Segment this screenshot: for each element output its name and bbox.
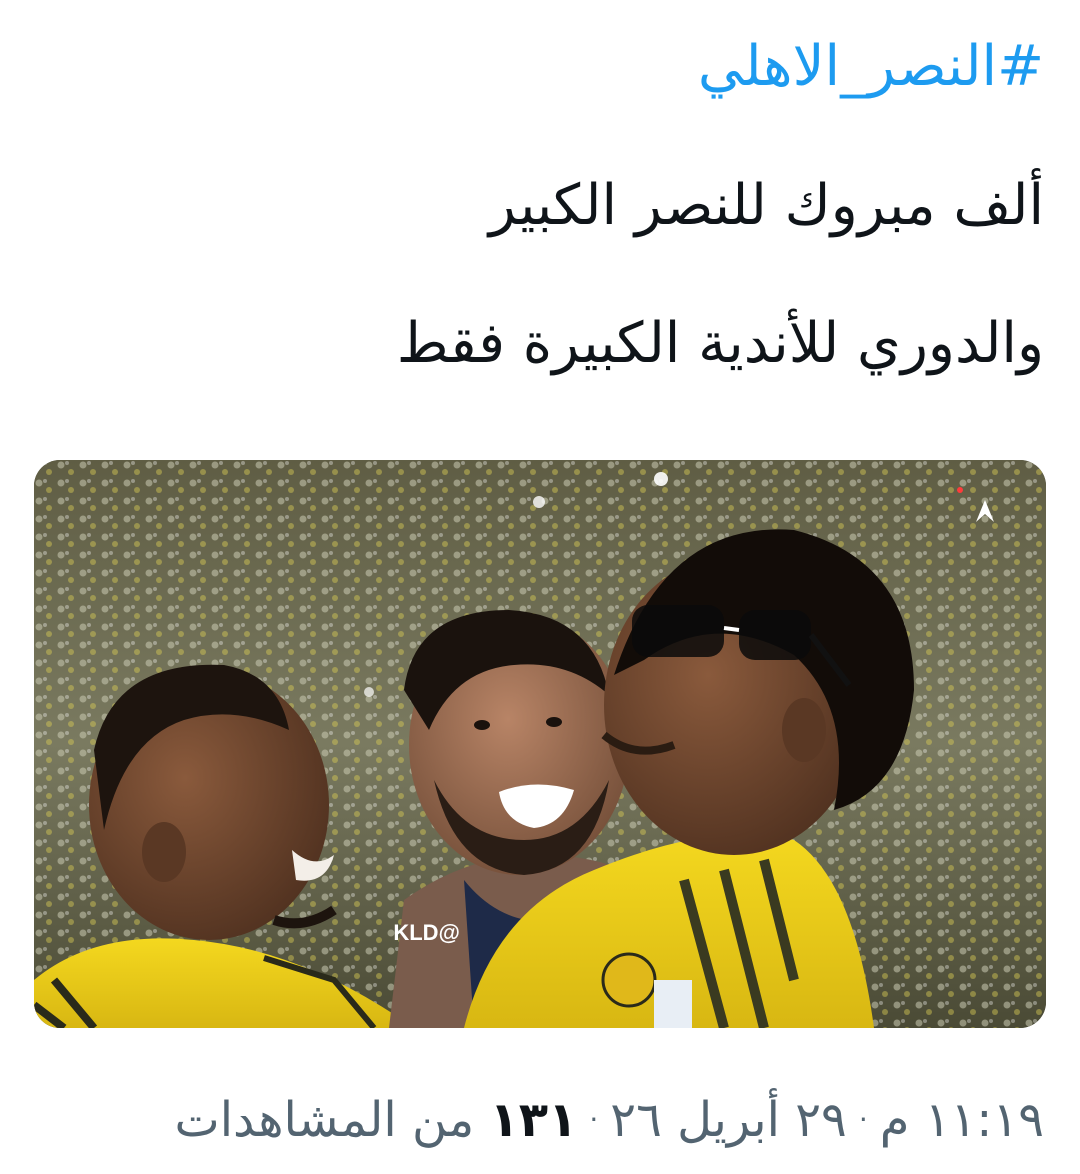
photo-illustration: @KLD	[34, 460, 1046, 1028]
tweet-date[interactable]: ٢٩ أبريل ٢٦	[610, 1088, 847, 1152]
tweet-photo[interactable]: @KLD	[34, 460, 1046, 1028]
tweet-time[interactable]: ١١:١٩ م	[880, 1088, 1044, 1152]
views-label: من المشاهدات	[174, 1092, 475, 1148]
views-count: ١٣١	[489, 1092, 578, 1148]
tweet-text-line-1: ألف مبروك للنصر الكبير	[488, 173, 1044, 238]
tweet-text-line-2: والدوري للأندية الكبيرة فقط	[396, 311, 1044, 376]
tweet: #النصر_الاهلي ألف مبروك للنصر الكبير وال…	[0, 0, 1080, 1174]
separator-dot: ·	[858, 1103, 868, 1136]
photo-watermark: @KLD	[393, 920, 460, 945]
separator-dot: ·	[589, 1103, 599, 1136]
hashtag-link[interactable]: #النصر_الاهلي	[698, 32, 1044, 102]
tweet-meta: ١١:١٩ م · ٢٩ أبريل ٢٦ · ١٣١ من المشاهدات	[175, 1088, 1044, 1152]
views[interactable]: ١٣١ من المشاهدات	[175, 1088, 578, 1152]
